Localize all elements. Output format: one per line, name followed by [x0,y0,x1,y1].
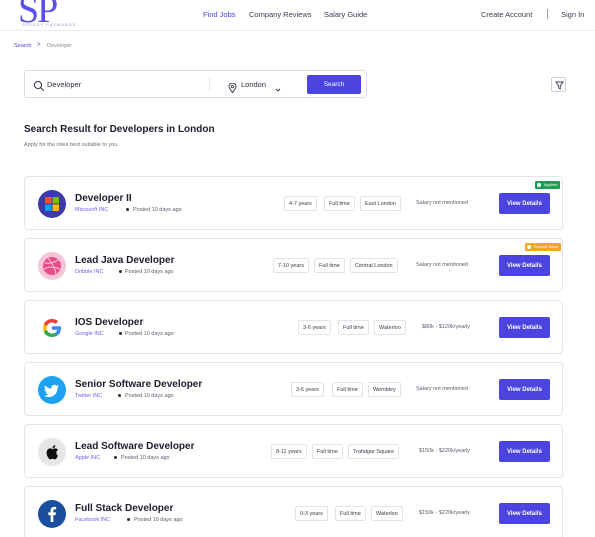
breadcrumb-search[interactable]: Search [14,43,31,49]
job-company[interactable]: Google INC [75,331,104,337]
separator-dot [119,270,122,273]
search-button[interactable]: Search [307,75,361,94]
google-icon [38,314,66,342]
nav-company-reviews[interactable]: Company Reviews [249,10,312,19]
location-pin-icon [228,80,237,94]
view-details-button[interactable]: View Details [499,379,550,400]
apple-icon [38,438,66,466]
job-company[interactable]: Apple INC [75,455,100,461]
job-posted: Posted 10 days ago [125,269,174,275]
nav-salary-guide[interactable]: Salary Guide [324,10,367,19]
job-type-tag: Full time [314,258,345,273]
view-details-button[interactable]: View Details [499,255,550,276]
job-company[interactable]: Facebook INC [75,517,110,523]
job-posted: Posted 10 days ago [134,517,183,523]
job-title[interactable]: Senior Software Developer [75,379,202,390]
search-icon [33,79,45,92]
location-value: London [241,80,267,89]
job-type-tag: Full time [324,196,355,211]
experience-tag: 7-10 years [273,258,309,273]
salary-text: $150k - $220k/yearly [419,448,471,454]
dribbble-icon [38,252,66,280]
filter-icon [555,81,564,90]
location-tag: Wembley [368,382,401,397]
nav-find-jobs[interactable]: Find Jobs [203,10,236,19]
twitter-icon [38,376,66,404]
job-card[interactable]: Expires Soon Lead Java Developer Dribble… [24,238,563,292]
logo-tagline: SPEEDY PAYWARDS [22,22,77,27]
search-input[interactable] [47,72,227,96]
search-bar: London Search [24,70,367,98]
separator-dot [114,456,117,459]
job-posted: Posted 10 days ago [125,331,174,337]
job-card[interactable]: Lead Software Developer Apple INC Posted… [24,424,563,478]
location-select[interactable]: London [228,78,298,94]
location-tag: Central London [350,258,398,273]
job-title[interactable]: Developer II [75,193,132,204]
view-details-button[interactable]: View Details [499,441,550,462]
salary-text: $80k - $120k/yearly [422,324,470,330]
facebook-icon [38,500,66,528]
job-type-tag: Full time [332,382,363,397]
results-subtitle: Apply for the roles best suitable to you [24,142,118,148]
job-title[interactable]: IOS Developer [75,317,143,328]
job-type-tag: Full time [338,320,369,335]
salary-text: Salary not mentioned [416,386,468,392]
breadcrumb-separator: > [37,42,41,48]
job-card[interactable]: Full Stack Developer Facebook INC Posted… [24,486,563,537]
job-posted: Posted 10 days ago [133,207,182,213]
job-type-tag: Full time [335,506,366,521]
job-title[interactable]: Lead Java Developer [75,255,175,266]
separator-dot [127,518,130,521]
job-posted: Posted 10 days ago [125,393,174,399]
brand-logo[interactable]: SP SPEEDY PAYWARDS [18,0,88,31]
location-tag: Trafalgar Square [348,444,400,459]
microsoft-icon [38,190,66,218]
separator-dot [126,208,129,211]
search-divider [209,77,210,92]
location-tag: Waterloo [371,506,403,521]
location-tag: East London [360,196,401,211]
experience-tag: 3-6 years [298,320,331,335]
experience-tag: 0-3 years [295,506,328,521]
top-header: SP SPEEDY PAYWARDS Find Jobs Company Rev… [0,0,595,31]
job-company[interactable]: Dribble INC [75,269,103,275]
job-card[interactable]: Senior Software Developer Twitter INC Po… [24,362,563,416]
view-details-button[interactable]: View Details [499,503,550,524]
breadcrumb-current: Developer [47,43,73,49]
nav-divider [547,9,548,19]
job-company[interactable]: Microsoft INC [75,207,108,213]
experience-tag: 4-7 years [284,196,317,211]
nav-create-account[interactable]: Create Account [481,10,532,19]
salary-text: Salary not mentioned [416,262,468,268]
experience-tag: 3-6 years [291,382,324,397]
job-card[interactable]: Applied Developer II Microsoft INC Poste… [24,176,563,230]
separator-dot [119,332,122,335]
job-posted: Posted 10 days ago [121,455,170,461]
separator-dot [118,394,121,397]
job-company[interactable]: Twitter INC [75,393,102,399]
salary-text: $150k - $220k/yearly [419,510,471,516]
nav-sign-in[interactable]: Sign In [561,10,584,19]
filter-button[interactable] [551,77,566,92]
view-details-button[interactable]: View Details [499,317,550,338]
job-card[interactable]: IOS Developer Google INC Posted 10 days … [24,300,563,354]
view-details-button[interactable]: View Details [499,193,550,214]
results-title: Search Result for Developers in London [24,124,215,135]
chevron-down-icon [274,81,282,92]
location-tag: Waterloo [374,320,406,335]
job-title[interactable]: Full Stack Developer [75,503,173,514]
job-type-tag: Full time [312,444,343,459]
expires-soon-badge: Expires Soon [525,243,561,251]
job-title[interactable]: Lead Software Developer [75,441,194,452]
applied-badge: Applied [535,181,561,189]
salary-text: Salary not mentioned [416,200,468,206]
experience-tag: 8-11 years [271,444,307,459]
